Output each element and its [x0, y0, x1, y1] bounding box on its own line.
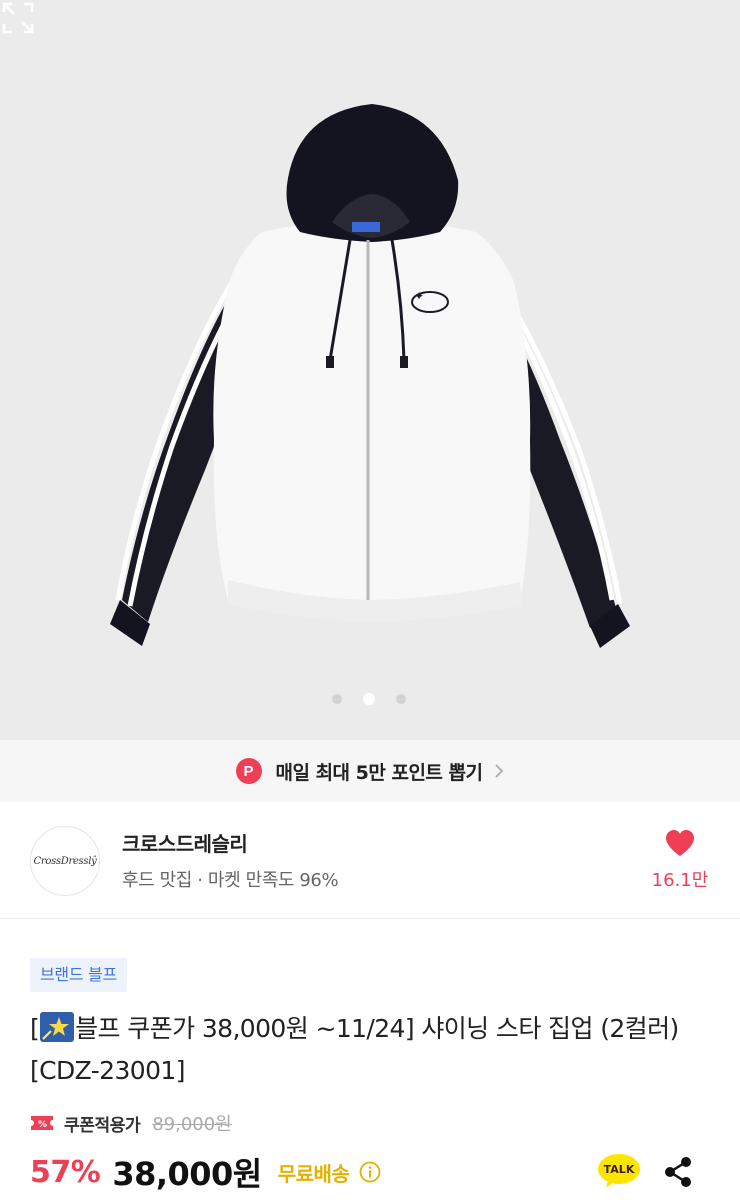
hoodie-product-image: ✦	[110, 104, 630, 648]
svg-text:%: %	[38, 1120, 47, 1130]
discount-rate: 57%	[30, 1154, 101, 1190]
chevron-right-icon	[495, 764, 504, 778]
gallery-pagination	[0, 690, 740, 706]
coupon-label: 쿠폰적용가	[64, 1115, 141, 1136]
brand-logo-text: CrossDresslŷ	[33, 855, 97, 867]
brand-subtitle: 후드 맛집 · 마켓 만족도 96%	[122, 870, 339, 891]
price-row: 57% 38,000원 무료배송	[30, 1150, 381, 1194]
product-image-gallery[interactable]: ✦	[0, 0, 740, 740]
expand-icon[interactable]	[0, 0, 36, 36]
kakao-talk-icon[interactable]: TALK	[596, 1152, 642, 1190]
free-shipping-label: 무료배송	[277, 1161, 350, 1186]
title-text: 블프 쿠폰가 38,000원 ~11/24] 샤이닝 스타 집업 (2컬러) […	[30, 1014, 679, 1085]
sale-price: 38,000원	[112, 1155, 262, 1193]
coupon-icon: %	[31, 1116, 53, 1130]
share-icon[interactable]	[662, 1155, 694, 1189]
points-banner[interactable]: P 매일 최대 5만 포인트 뽑기	[0, 740, 740, 802]
gallery-dot-active[interactable]	[363, 693, 375, 705]
brand-logo[interactable]: CrossDresslŷ	[30, 826, 100, 896]
like-count: 16.1만	[651, 870, 709, 891]
points-banner-text: 매일 최대 5만 포인트 뽑기	[275, 761, 483, 784]
product-title: [ 블프 쿠폰가 38,000원 ~11/24] 샤이닝 스타 집업 (2컬러)…	[30, 1008, 710, 1092]
title-bracket: [	[30, 1014, 40, 1043]
brand-section[interactable]: CrossDresslŷ 크로스드레슬리 후드 맛집 · 마켓 만족도 96% …	[0, 802, 740, 919]
promo-tag: 브랜드 블프	[30, 958, 127, 992]
original-price: 89,000원	[152, 1114, 232, 1135]
points-badge-icon: P	[235, 758, 262, 784]
brand-name[interactable]: 크로스드레슬리	[122, 828, 248, 857]
heart-icon[interactable]	[664, 828, 696, 858]
talk-label: TALK	[604, 1163, 635, 1176]
svg-text:✦: ✦	[414, 289, 424, 303]
coupon-price-row: % 쿠폰적용가 89,000원	[30, 1110, 232, 1136]
info-icon[interactable]	[359, 1161, 381, 1183]
gallery-dot[interactable]	[332, 694, 342, 704]
shooting-star-icon	[40, 1012, 75, 1042]
gallery-dot[interactable]	[396, 694, 406, 704]
